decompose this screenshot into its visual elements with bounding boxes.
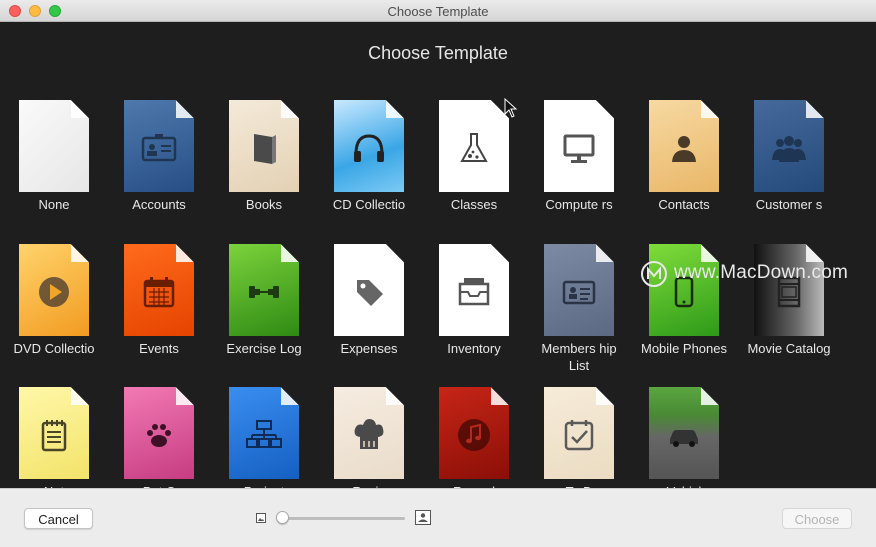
- template-label: Books: [245, 197, 283, 212]
- template-document-thumbnail: [124, 100, 194, 192]
- car-icon: [670, 430, 698, 447]
- id-card-icon: [141, 134, 177, 162]
- template-document-thumbnail: [544, 387, 614, 479]
- watermark: www.MacDown.com: [640, 260, 848, 290]
- template-document-thumbnail: [649, 100, 719, 192]
- template-label: DVD Collectio: [13, 341, 95, 356]
- cancel-button[interactable]: Cancel: [24, 508, 93, 529]
- notepad-icon: [41, 420, 67, 452]
- template-document-thumbnail: [229, 100, 299, 192]
- watermark-text: www.MacDown.com: [674, 262, 849, 283]
- chef-hat-icon: [354, 419, 384, 449]
- org-chart-icon: [246, 420, 282, 448]
- template-document-thumbnail: [334, 387, 404, 479]
- template-document-thumbnail: [229, 244, 299, 336]
- template-document-thumbnail: [229, 387, 299, 479]
- template-document-thumbnail: [544, 100, 614, 192]
- template-document-thumbnail: [649, 387, 719, 479]
- template-document-thumbnail: [754, 244, 824, 336]
- template-label: Movie Catalog: [747, 341, 831, 356]
- template-document-thumbnail: [334, 244, 404, 336]
- macdown-logo-icon: [641, 261, 667, 287]
- template-label: Compute rs: [545, 197, 613, 212]
- bottom-toolbar: Cancel Choose: [0, 488, 876, 547]
- template-label: Inventory: [447, 341, 501, 356]
- checklist-icon: [564, 420, 594, 451]
- headphones-icon: [354, 134, 384, 162]
- book-icon: [254, 134, 276, 164]
- template-label: Mobile Phones: [641, 341, 727, 356]
- window-title: Choose Template: [387, 4, 489, 19]
- template-document-thumbnail: [439, 387, 509, 479]
- membership-card-icon: [562, 280, 596, 305]
- template-label: Contacts: [658, 197, 710, 212]
- template-document-thumbnail: [124, 387, 194, 479]
- large-thumbnail-icon: [415, 510, 431, 525]
- template-document-thumbnail: [124, 244, 194, 336]
- template-document-thumbnail: [19, 387, 89, 479]
- dialog-heading: Choose Template: [368, 43, 508, 63]
- paw-icon: [147, 424, 171, 447]
- template-document-thumbnail: [334, 100, 404, 192]
- play-icon: [39, 277, 69, 307]
- template-chooser: Choose Template None Accounts Books CD Coll…: [0, 22, 876, 488]
- template-label: Classes: [450, 197, 498, 212]
- zoom-slider-knob[interactable]: [276, 511, 289, 524]
- inbox-tray-icon: [458, 278, 490, 306]
- template-label: Events: [139, 341, 179, 356]
- mouse-pointer-icon: [504, 98, 518, 118]
- template-label: Members hip List: [541, 341, 617, 373]
- dumbbell-icon: [249, 286, 279, 298]
- people-group-icon: [772, 136, 806, 162]
- title-bar: Choose Template: [0, 0, 876, 22]
- choose-button[interactable]: Choose: [782, 508, 852, 529]
- small-thumbnail-icon: [256, 513, 266, 523]
- template-document-thumbnail: [19, 100, 89, 192]
- template-document-thumbnail: [544, 244, 614, 336]
- template-label: None: [38, 197, 70, 212]
- template-label: Customer s: [755, 197, 823, 212]
- template-label: CD Collectio: [332, 197, 406, 212]
- template-document-thumbnail: [439, 244, 509, 336]
- template-document-thumbnail: [439, 100, 509, 192]
- calendar-icon: [143, 277, 175, 308]
- template-document-thumbnail: [19, 244, 89, 336]
- flask-icon: [460, 133, 488, 162]
- music-note-icon: [458, 419, 490, 451]
- template-label: Expenses: [340, 341, 398, 356]
- price-tag-icon: [357, 280, 383, 306]
- monitor-icon: [563, 134, 595, 163]
- template-label: Exercise Log: [226, 341, 302, 356]
- zoom-slider-track[interactable]: [278, 517, 405, 520]
- template-label: Accounts: [132, 197, 186, 212]
- person-icon: [672, 136, 696, 162]
- template-document-thumbnail: [754, 100, 824, 192]
